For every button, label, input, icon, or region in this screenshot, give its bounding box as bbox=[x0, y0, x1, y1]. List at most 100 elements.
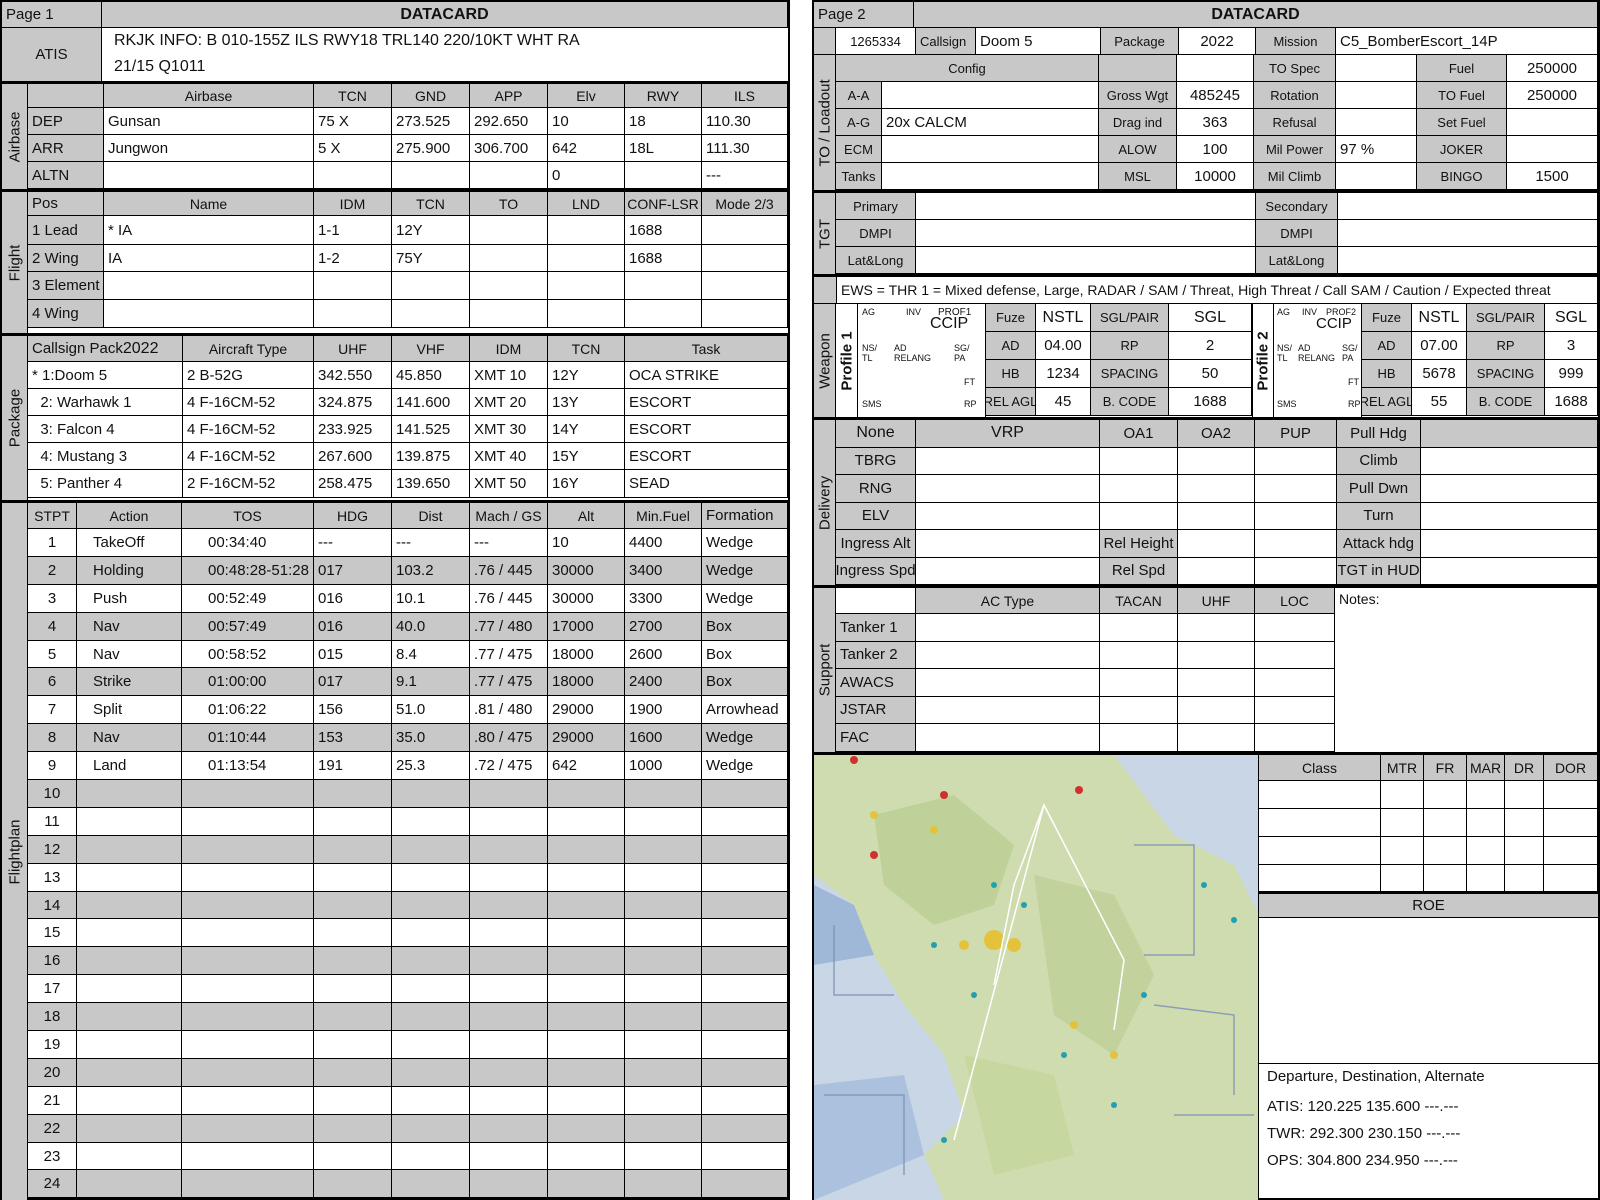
class-cell bbox=[1544, 865, 1598, 893]
flightplan-cell bbox=[77, 1086, 182, 1115]
flightplan-cell bbox=[470, 807, 548, 836]
package-col-header: Aircraft Type bbox=[183, 336, 314, 362]
flightplan-cell bbox=[182, 975, 314, 1004]
delivery-relheight: Rel Height bbox=[1100, 530, 1178, 558]
flightplan-cell bbox=[702, 807, 788, 836]
flightplan-cell bbox=[77, 863, 182, 892]
delivery-value bbox=[1255, 557, 1337, 585]
msl-value: 10000 bbox=[1177, 163, 1254, 190]
flightplan-cell: Strike bbox=[77, 668, 182, 697]
flightplan-cell bbox=[77, 919, 182, 948]
package-col-header: TCN bbox=[548, 336, 625, 362]
flightplan-cell bbox=[625, 1086, 702, 1115]
flightplan-cell bbox=[548, 835, 625, 864]
class-cell bbox=[1381, 781, 1424, 809]
airbase-section: Airbase Airbase TCN GND APP Elv RWY ILS DEP Guns… bbox=[2, 84, 788, 192]
support-corner bbox=[836, 588, 916, 614]
flight-cell bbox=[548, 272, 625, 300]
dmpi-value bbox=[916, 220, 1256, 247]
page-number: Page 2 bbox=[814, 2, 914, 27]
stpt-number: 10 bbox=[28, 780, 77, 808]
flightplan-cell: Box bbox=[702, 612, 788, 641]
flightplan-col-header: Dist bbox=[392, 503, 470, 529]
weapon-field-value: 45 bbox=[1036, 388, 1091, 416]
class-col-header: Class bbox=[1259, 755, 1381, 781]
weapon-field-value: 1234 bbox=[1036, 360, 1091, 388]
flightplan-cell bbox=[77, 807, 182, 836]
flightplan-cell bbox=[625, 891, 702, 920]
flightplan-cell: 00:57:49 bbox=[182, 612, 314, 641]
flight-col-header: LND bbox=[548, 192, 625, 216]
flightplan-cell bbox=[625, 780, 702, 808]
id-spacer bbox=[814, 28, 836, 55]
airbase-cell: 273.525 bbox=[392, 108, 470, 135]
airbase-cell: 642 bbox=[548, 135, 625, 162]
delivery-value bbox=[1421, 475, 1598, 503]
flightplan-cell: 18000 bbox=[548, 640, 625, 669]
flightplan-cell: 153 bbox=[314, 724, 392, 753]
flightplan-cell: 017 bbox=[314, 556, 392, 585]
to-fuel-label: TO Fuel bbox=[1417, 82, 1507, 109]
flightplan-cell bbox=[702, 891, 788, 920]
refusal-value bbox=[1336, 109, 1417, 136]
page-title: DATACARD bbox=[102, 2, 788, 27]
airbase-col-header: TCN bbox=[314, 84, 392, 108]
weapon-field-label: RP bbox=[1467, 332, 1545, 360]
rotation-label: Rotation bbox=[1254, 82, 1336, 109]
flightplan-cell bbox=[392, 975, 470, 1004]
class-cell bbox=[1544, 781, 1598, 809]
delivery-none: None bbox=[836, 420, 916, 448]
stpt-number: 12 bbox=[28, 835, 77, 864]
package-section: Package Callsign Pack 2022 Aircraft Type UH… bbox=[2, 336, 788, 503]
flight-table: Pos Name IDM TCN TO LND CONF-LSR Mode 2/3 1 Lead… bbox=[28, 192, 788, 333]
profile1-label: Profile 1 bbox=[836, 304, 858, 417]
support-cell bbox=[916, 614, 1100, 642]
weapon-field-label: Fuze bbox=[986, 304, 1036, 332]
flightplan-cell bbox=[182, 1114, 314, 1143]
support-row-label: AWACS bbox=[836, 669, 916, 697]
delivery-value bbox=[1178, 502, 1255, 530]
delivery-section: Delivery None VRP OA1 OA2 PUP Pull Hdg TBRG Cli… bbox=[814, 420, 1598, 588]
flight-cell: * IA bbox=[104, 216, 314, 245]
flightplan-cell: 40.0 bbox=[392, 612, 470, 641]
notes-box[interactable]: Notes: bbox=[1335, 588, 1598, 752]
airbase-cell bbox=[625, 162, 702, 189]
flightplan-cell bbox=[548, 780, 625, 808]
package-value: 2022 bbox=[1179, 28, 1256, 55]
support-col-actype: AC Type bbox=[916, 588, 1100, 614]
flightplan-cell bbox=[470, 947, 548, 976]
package-cell: 45.850 bbox=[392, 362, 470, 389]
flightplan-cell: .77 / 475 bbox=[470, 640, 548, 669]
flightplan-cell bbox=[548, 947, 625, 976]
flightplan-cell bbox=[392, 1058, 470, 1087]
flightplan-cell bbox=[625, 835, 702, 864]
flightplan-cell bbox=[470, 1058, 548, 1087]
class-cell bbox=[1259, 781, 1381, 809]
stpt-number: 18 bbox=[28, 1003, 77, 1032]
flightplan-cell: 1900 bbox=[625, 696, 702, 725]
weapon-field-label: AD bbox=[986, 332, 1036, 360]
package-table: Callsign Pack 2022 Aircraft Type UHF VHF IDM T… bbox=[28, 336, 788, 500]
flightplan-cell: Arrowhead bbox=[702, 696, 788, 725]
flightplan-cell bbox=[702, 1114, 788, 1143]
airbase-cell bbox=[314, 162, 392, 189]
delivery-relspd: Rel Spd bbox=[1100, 557, 1178, 585]
flightplan-cell bbox=[625, 807, 702, 836]
flightplan-cell bbox=[702, 919, 788, 948]
package-cell: 12Y bbox=[548, 362, 625, 389]
delivery-value bbox=[1100, 502, 1178, 530]
support-cell bbox=[1255, 724, 1335, 752]
flightplan-cell: 51.0 bbox=[392, 696, 470, 725]
flightplan-cell: 1000 bbox=[625, 752, 702, 781]
weapon-section: Weapon Profile 1 AG INV PROF1 CCIP NS/TL A… bbox=[814, 304, 1598, 420]
weapon-field-value: 1688 bbox=[1169, 388, 1252, 416]
weapon-field-label: REL AGL bbox=[1362, 388, 1412, 416]
page-number: Page 1 bbox=[2, 2, 102, 27]
flight-cell: 1-2 bbox=[314, 245, 392, 272]
latlong-label: Lat&Long bbox=[836, 247, 916, 274]
flightplan-cell bbox=[625, 1003, 702, 1032]
support-cell bbox=[1255, 641, 1335, 669]
primary-value bbox=[916, 193, 1256, 220]
flightplan-cell bbox=[470, 1086, 548, 1115]
support-cell bbox=[1178, 669, 1255, 697]
